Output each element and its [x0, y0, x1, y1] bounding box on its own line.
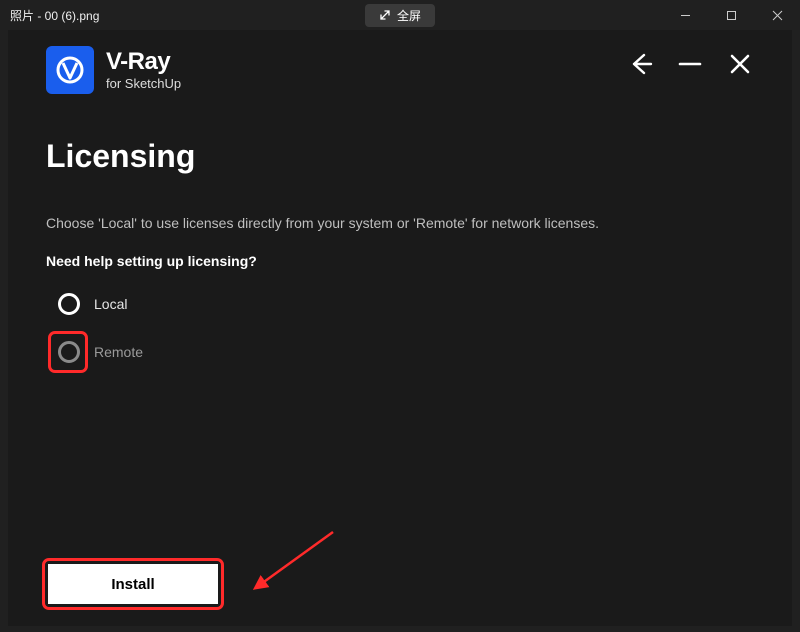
installer-header: V-Ray for SketchUp	[46, 46, 754, 94]
license-options: Local Remote	[46, 293, 754, 363]
back-button[interactable]	[626, 50, 654, 78]
install-area: Install	[48, 564, 218, 604]
brand-sub: for SketchUp	[106, 76, 181, 91]
brand: V-Ray for SketchUp	[46, 46, 181, 94]
radio-local[interactable]: Local	[46, 293, 754, 315]
radio-local-label: Local	[94, 296, 127, 312]
brand-text: V-Ray for SketchUp	[106, 50, 181, 91]
page-title: Licensing	[46, 138, 754, 175]
install-button[interactable]: Install	[48, 564, 218, 604]
minimize-icon	[677, 51, 703, 77]
installer-panel: V-Ray for SketchUp Licensing Choo	[8, 30, 792, 626]
installer-close-button[interactable]	[726, 50, 754, 78]
page-description: Choose 'Local' to use licenses directly …	[46, 215, 754, 231]
minimize-button[interactable]	[662, 0, 708, 30]
photos-titlebar: 照片 - 00 (6).png 全屏	[0, 0, 800, 30]
fullscreen-button[interactable]: 全屏	[365, 4, 435, 27]
maximize-button[interactable]	[708, 0, 754, 30]
fullscreen-label: 全屏	[397, 7, 421, 24]
titlebar-center: 全屏	[365, 4, 435, 27]
arrow-left-icon	[627, 51, 653, 77]
annotation-arrow-icon	[253, 528, 343, 598]
radio-icon	[58, 341, 80, 363]
close-button[interactable]	[754, 0, 800, 30]
radio-remote-label: Remote	[94, 344, 143, 360]
window-title: 照片 - 00 (6).png	[10, 7, 99, 24]
radio-icon	[58, 293, 80, 315]
help-link[interactable]: Need help setting up licensing?	[46, 253, 754, 269]
radio-remote[interactable]: Remote	[46, 341, 754, 363]
window-controls	[662, 0, 800, 30]
installer-minimize-button[interactable]	[676, 50, 704, 78]
vray-logo-icon	[46, 46, 94, 94]
brand-name: V-Ray	[106, 50, 181, 74]
expand-icon	[379, 9, 391, 21]
close-icon	[728, 52, 752, 76]
installer-controls	[626, 50, 754, 78]
